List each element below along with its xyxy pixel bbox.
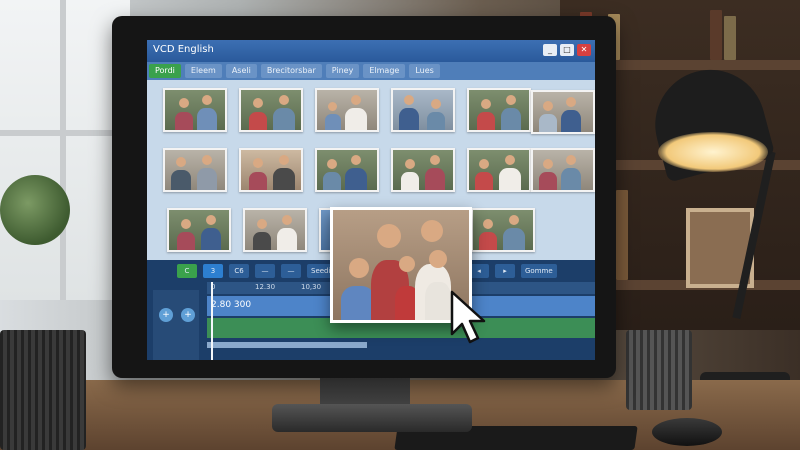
track-label: 2.80 300 [211,300,252,310]
timeline-toolbar-right: ◂ ▸ Gomme [469,264,557,278]
maximize-button[interactable]: □ [560,44,574,56]
menu-bar: Pordi Eleem Aseli Brecitorsbar Piney Elm… [147,62,595,80]
menu-item[interactable]: Pordi [149,64,181,78]
tool-button[interactable]: C6 [229,264,249,278]
photo-thumbnail[interactable] [167,208,231,252]
nav-next-button[interactable]: ▸ [495,264,515,278]
menu-item[interactable]: Lues [409,64,440,78]
menu-item[interactable]: Elmage [363,64,406,78]
photo-thumbnail[interactable] [391,148,455,192]
pencil-cup-left [0,330,86,450]
nav-prev-button[interactable]: ◂ [469,264,489,278]
computer-mouse [652,418,722,446]
photo-thumbnail[interactable] [239,88,303,132]
lamp-light [658,132,768,172]
photo-thumbnail[interactable] [315,88,379,132]
ruler-label: 10,30 [301,283,322,291]
photo-thumbnail[interactable] [163,148,227,192]
photo-thumbnail[interactable] [531,90,595,134]
room-window [0,0,130,300]
app-title: VCD English [153,44,214,55]
photo-thumbnail[interactable] [467,148,531,192]
menu-item[interactable]: Piney [325,64,360,78]
photo-thumbnail[interactable] [163,88,227,132]
tool-button[interactable]: C [177,264,197,278]
photo-thumbnail[interactable] [471,208,535,252]
add-track-button[interactable]: + [159,308,173,322]
window-controls: _ □ ✕ [543,44,591,56]
timeline-toolbar: C 3 C6 — — Seedin [177,264,339,278]
photo-thumbnail[interactable] [467,88,531,132]
close-button[interactable]: ✕ [577,44,591,56]
plant [0,175,70,245]
photo-thumbnail[interactable] [239,148,303,192]
playhead-icon[interactable] [211,282,213,360]
photo-thumbnail[interactable] [531,148,595,192]
cursor-arrow-icon [450,290,486,344]
tool-button[interactable]: Gomme [521,264,557,278]
photo-thumbnail[interactable] [243,208,307,252]
timeline-scrollbar[interactable] [207,342,367,348]
add-track-button[interactable]: + [181,308,195,322]
menu-item[interactable]: Brecitorsbar [260,64,322,78]
photo-thumbnail[interactable] [315,148,379,192]
tool-button[interactable]: — [255,264,275,278]
menu-item[interactable]: Aseli [225,64,257,78]
track-headers: + + [153,290,199,360]
menu-item[interactable]: Eleem [184,64,222,78]
pencil-cup-right [626,330,692,410]
photo-thumbnail[interactable] [391,88,455,132]
tool-button[interactable]: — [281,264,301,278]
monitor-base [272,404,472,432]
title-bar: VCD English _ □ ✕ [147,40,595,62]
ruler-label: 12.30 [255,283,276,291]
minimize-button[interactable]: _ [543,44,557,56]
tool-button[interactable]: 3 [203,264,223,278]
